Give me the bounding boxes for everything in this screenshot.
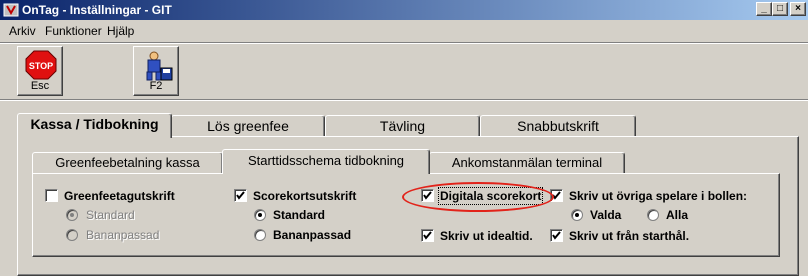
tab-kassa-tidbokning-label: Kassa / Tidbokning: [30, 116, 159, 132]
tab-snabbutskrift-label: Snabbutskrift: [517, 118, 599, 134]
digitala-scorekort-checkbox[interactable]: [421, 189, 434, 202]
person-save-icon: [146, 51, 173, 81]
toolbar-divider: [0, 42, 808, 44]
tab-greenfeebetalning-kassa[interactable]: Greenfeebetalning kassa: [32, 152, 223, 173]
inner-tab-panel: [32, 173, 780, 257]
esc-button-label: Esc: [30, 80, 50, 92]
stop-sign-text: STOP: [29, 61, 53, 71]
menu-arkiv[interactable]: Arkiv: [9, 24, 36, 38]
tab-tavling-label: Tävling: [379, 118, 426, 134]
menu-hjalp[interactable]: Hjälp: [107, 24, 134, 38]
title-bar: OnTag - Inställningar - GIT _ □ ×: [0, 0, 808, 20]
maximize-button[interactable]: □: [772, 2, 788, 16]
from-hole-checkbox[interactable]: [550, 229, 563, 242]
window-title: OnTag - Inställningar - GIT: [22, 3, 172, 17]
tab-starttidsschema-tidbokning[interactable]: Starttidsschema tidbokning: [222, 149, 430, 174]
scorekort-print-checkbox[interactable]: [234, 189, 247, 202]
app-icon: [3, 2, 19, 18]
ideal-time-checkbox[interactable]: [421, 229, 434, 242]
f2-button-label: F2: [149, 80, 163, 92]
tab-snabbutskrift[interactable]: Snabbutskrift: [480, 115, 636, 137]
tab-los-greenfee[interactable]: Lös greenfee: [171, 115, 325, 137]
close-button[interactable]: ×: [790, 2, 806, 16]
tab-tavling[interactable]: Tävling: [325, 115, 480, 137]
tab-kassa-tidbokning[interactable]: Kassa / Tidbokning: [17, 113, 172, 138]
greenfee-print-checkbox[interactable]: [45, 189, 58, 202]
tab-starttidsschema-tidbokning-label: Starttidsschema tidbokning: [247, 153, 405, 168]
stop-sign-icon: STOP: [25, 50, 57, 80]
menu-funktioner[interactable]: Funktioner: [45, 24, 102, 38]
tab-los-greenfee-label: Lös greenfee: [207, 118, 289, 134]
other-players-checkbox[interactable]: [550, 189, 563, 202]
tab-greenfeebetalning-kassa-label: Greenfeebetalning kassa: [55, 155, 200, 170]
esc-button[interactable]: STOP Esc: [17, 46, 63, 96]
f2-button[interactable]: F2: [133, 46, 179, 96]
tab-ankomstanmalan-terminal-label: Ankomstanmälan terminal: [451, 155, 603, 170]
toolbar-bottom-divider: [0, 99, 808, 101]
menu-bar: Arkiv Funktioner Hjälp: [0, 21, 808, 40]
tab-ankomstanmalan-terminal[interactable]: Ankomstanmälan terminal: [429, 152, 625, 173]
minimize-button[interactable]: _: [756, 2, 772, 16]
